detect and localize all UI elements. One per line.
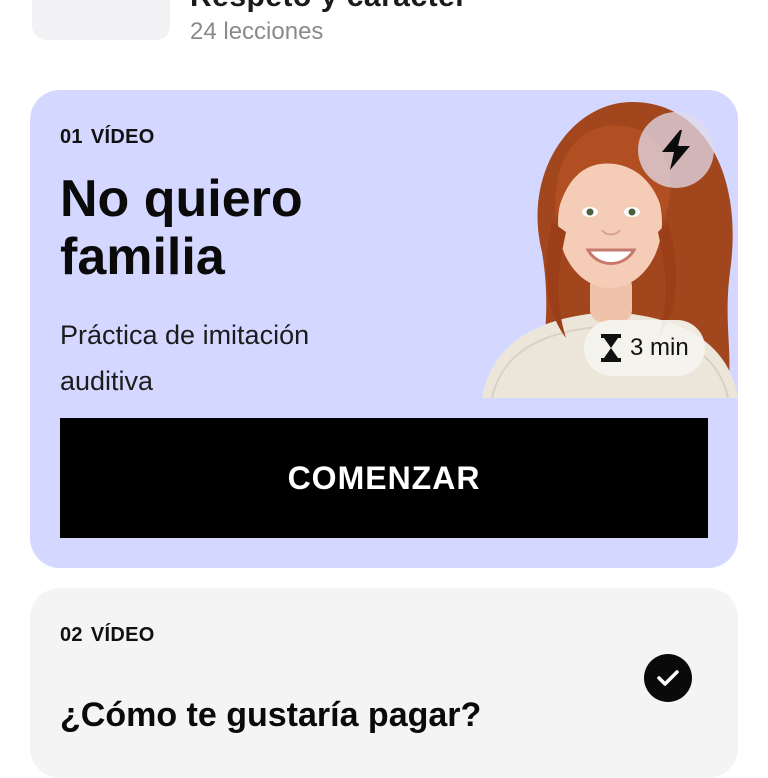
lesson-title: ¿Cómo te gustaría pagar? bbox=[60, 696, 482, 734]
lesson-card-02[interactable]: 02 VÍDEO ¿Cómo te gustaría pagar? bbox=[30, 588, 738, 778]
duration-badge: 3 min bbox=[584, 320, 705, 376]
checkmark-icon bbox=[644, 654, 692, 702]
checkmark-glyph bbox=[657, 670, 679, 686]
lesson-card-01[interactable]: 01 VÍDEO No quiero familia Práctica de im… bbox=[30, 90, 738, 568]
lesson-type: VÍDEO bbox=[90, 126, 155, 148]
lesson-subtitle: Práctica de imitación auditiva bbox=[60, 320, 310, 396]
course-lessons-count: 24 lecciones bbox=[190, 18, 324, 45]
lesson-meta: 01 VÍDEO bbox=[60, 126, 155, 149]
lightning-bolt-glyph bbox=[662, 130, 690, 170]
lesson-number: 02 bbox=[60, 624, 83, 646]
duration-text: 3 min bbox=[630, 334, 689, 361]
start-button[interactable]: COMENZAR bbox=[60, 418, 708, 538]
hourglass-icon bbox=[601, 334, 621, 362]
lesson-meta: 02 VÍDEO bbox=[60, 624, 155, 647]
lesson-title: No quiero familia bbox=[60, 170, 303, 286]
lesson-number: 01 bbox=[60, 126, 83, 148]
course-title: Respeto y carácter bbox=[190, 0, 467, 14]
lesson-type: VÍDEO bbox=[90, 624, 155, 646]
lightning-bolt-icon[interactable] bbox=[638, 112, 714, 188]
lesson-preview[interactable]: 3 min bbox=[482, 102, 738, 398]
course-header: Respeto y carácter 24 lecciones bbox=[0, 0, 768, 70]
course-thumbnail[interactable] bbox=[32, 0, 170, 40]
